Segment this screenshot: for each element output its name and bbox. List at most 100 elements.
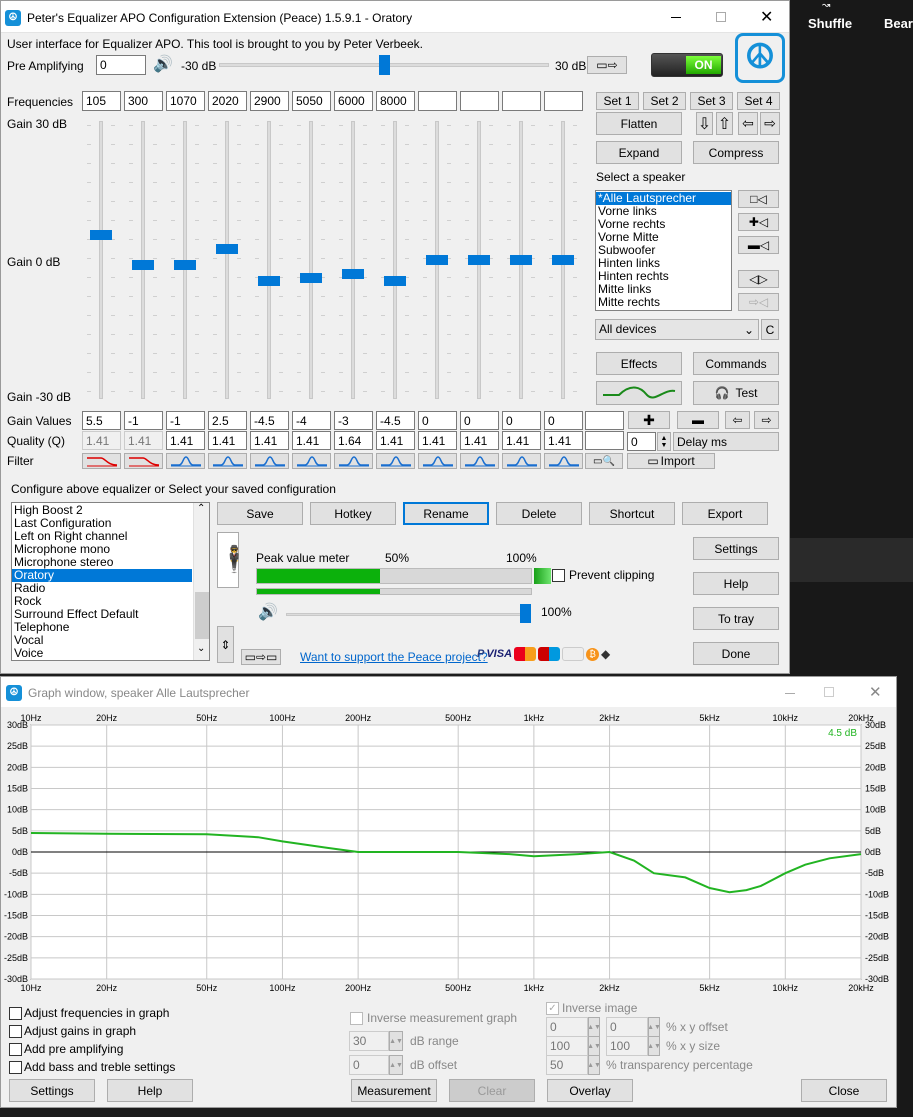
gain-slider-track[interactable]	[225, 121, 229, 399]
quality-input[interactable]: 1.41	[376, 431, 415, 450]
frequency-input[interactable]: 8000	[376, 91, 415, 111]
bear-label[interactable]: Bear	[884, 16, 913, 31]
inverse-measurement-checkbox[interactable]	[350, 1012, 363, 1025]
preamp-thumb[interactable]	[379, 55, 390, 75]
arrow-up-button[interactable]: ⇧	[716, 112, 733, 135]
scroll-up-icon[interactable]: ⌃	[197, 503, 205, 514]
preamp-arrow-button[interactable]: ▭⇨	[587, 56, 627, 74]
arrow-right-button[interactable]: ⇨	[760, 112, 780, 135]
frequency-input[interactable]: 2020	[208, 91, 247, 111]
delay-input[interactable]: 0	[627, 432, 656, 451]
config-delete-button[interactable]: Delete	[496, 502, 582, 525]
x-offset-input[interactable]: 0	[546, 1017, 588, 1037]
preamp-input[interactable]: 0	[96, 55, 146, 75]
frequency-input[interactable]: 105	[82, 91, 121, 111]
graph-maximize-icon[interactable]	[824, 687, 834, 697]
config-rename-button[interactable]: Rename	[403, 502, 489, 525]
side-to-tray-button[interactable]: To tray	[693, 607, 779, 630]
graph-option-checkbox[interactable]	[9, 1007, 22, 1020]
flatten-button[interactable]: Flatten	[596, 112, 682, 135]
quality-input[interactable]: 1.41	[250, 431, 289, 450]
peak-filter-icon[interactable]	[460, 453, 499, 469]
volume-track[interactable]	[286, 613, 531, 616]
speaker-copy-button[interactable]: ⇨◁	[738, 293, 779, 311]
gain-value-input[interactable]: 0	[544, 411, 583, 430]
config-list[interactable]: High Boost 2 Last Configuration Left on Ri…	[11, 502, 210, 661]
speaker-list-item[interactable]: Mitte rechts	[596, 296, 731, 309]
gain-value-input[interactable]: -4.5	[376, 411, 415, 430]
gain-slider-thumb[interactable]	[132, 259, 154, 270]
peak-filter-icon[interactable]	[250, 453, 289, 469]
peak-filter-icon[interactable]	[544, 453, 583, 469]
close-icon[interactable]: ✕	[760, 7, 773, 27]
remove-band-button[interactable]: ▬	[677, 411, 719, 429]
peak-filter-icon[interactable]	[208, 453, 247, 469]
frequency-input[interactable]: 5050	[292, 91, 331, 111]
frequency-input[interactable]	[502, 91, 541, 111]
inverse-image-checkbox[interactable]: ✓	[546, 1002, 559, 1015]
gain-slider-track[interactable]	[267, 121, 271, 399]
y-size-input[interactable]: 100	[606, 1036, 648, 1056]
volume-icon[interactable]: 🔊	[258, 602, 278, 622]
peak-filter-icon[interactable]	[502, 453, 541, 469]
scroll-thumb[interactable]	[195, 592, 209, 639]
graph-overlay-button[interactable]: Overlay	[547, 1079, 633, 1102]
x-size-spinner[interactable]: ▲▼	[588, 1036, 600, 1056]
gain-value-input[interactable]: 0	[418, 411, 457, 430]
set-button-2[interactable]: Set 2	[643, 92, 686, 110]
graph-close-icon[interactable]: ✕	[869, 683, 882, 701]
gain-value-input[interactable]: 0	[502, 411, 541, 430]
frequency-input[interactable]	[544, 91, 583, 111]
compress-button[interactable]: Compress	[693, 141, 779, 164]
graph-option-checkbox[interactable]	[9, 1025, 22, 1038]
lowpass-filter-icon[interactable]	[124, 453, 163, 469]
config-export-button[interactable]: Export	[682, 502, 768, 525]
gain-slider-track[interactable]	[351, 121, 355, 399]
gain-slider-thumb[interactable]	[216, 243, 238, 254]
graph-option-checkbox[interactable]	[9, 1043, 22, 1056]
speaker-swap-button[interactable]: ◁▷	[738, 270, 779, 288]
quality-input-empty[interactable]	[585, 431, 624, 450]
side-done-button[interactable]: Done	[693, 642, 779, 665]
quality-input[interactable]: 1.41	[124, 431, 163, 450]
side-help-button[interactable]: Help	[693, 572, 779, 595]
arrow-down-button[interactable]: ⇩	[696, 112, 713, 135]
gain-value-input[interactable]: -1	[124, 411, 163, 430]
gain-slider-thumb[interactable]	[384, 275, 406, 286]
peak-filter-icon[interactable]	[376, 453, 415, 469]
device-select[interactable]: All devices ⌄	[595, 319, 759, 340]
delay-spinner[interactable]: ▲ ▼	[657, 432, 671, 451]
import-button[interactable]: ▭ Import	[627, 453, 715, 469]
graph-help-button[interactable]: Help	[107, 1079, 193, 1102]
graph-measurement-button[interactable]: Measurement	[351, 1079, 437, 1102]
gain-value-input[interactable]: -4	[292, 411, 331, 430]
x-offset-spinner[interactable]: ▲▼	[588, 1017, 600, 1037]
graph-settings-button[interactable]: Settings	[9, 1079, 95, 1102]
arrow-left-button[interactable]: ⇦	[738, 112, 758, 135]
config-list-item[interactable]: Voice	[12, 647, 192, 660]
commands-button[interactable]: Commands	[693, 352, 779, 375]
curve-view-button[interactable]	[596, 381, 682, 405]
peak-filter-icon[interactable]	[334, 453, 373, 469]
gain-value-input[interactable]: 2.5	[208, 411, 247, 430]
gain-slider-track[interactable]	[309, 121, 313, 399]
x-size-input[interactable]: 100	[546, 1036, 588, 1056]
gain-value-input[interactable]: -4.5	[250, 411, 289, 430]
gain-slider-thumb[interactable]	[426, 255, 448, 265]
volume-thumb[interactable]	[520, 604, 531, 623]
y-offset-input[interactable]: 0	[606, 1017, 648, 1037]
maximize-icon[interactable]	[716, 12, 726, 22]
db-offset-spinner[interactable]: ▲▼	[389, 1055, 403, 1075]
config-save-button[interactable]: Save	[217, 502, 303, 525]
speaker-single-button[interactable]: □◁	[738, 190, 779, 208]
y-size-spinner[interactable]: ▲▼	[648, 1036, 660, 1056]
gain-slider-thumb[interactable]	[300, 273, 322, 284]
frequency-input[interactable]: 1070	[166, 91, 205, 111]
config-hotkey-button[interactable]: Hotkey	[310, 502, 396, 525]
set-button-3[interactable]: Set 3	[690, 92, 733, 110]
gain-slider-thumb[interactable]	[90, 229, 112, 240]
gain-slider-thumb[interactable]	[258, 275, 280, 286]
add-band-button[interactable]: ✚	[628, 411, 670, 429]
graph-option-checkbox[interactable]	[9, 1061, 22, 1074]
quality-input[interactable]: 1.64	[334, 431, 373, 450]
